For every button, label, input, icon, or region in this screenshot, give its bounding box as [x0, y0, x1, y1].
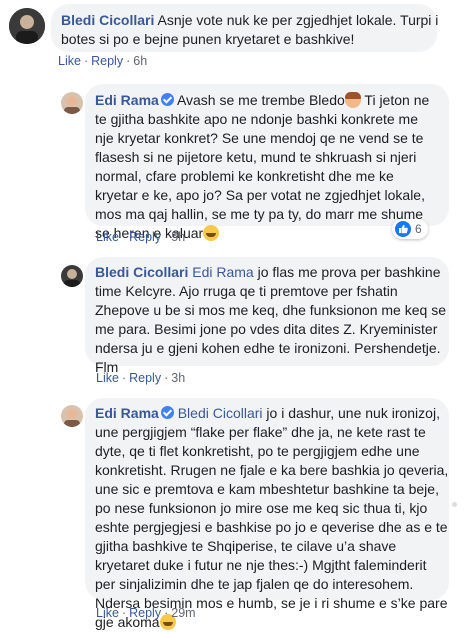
comment-author[interactable]: Bledi Cicollari: [95, 264, 188, 280]
profile-photo-icon: [9, 8, 45, 44]
reply-link[interactable]: Reply: [129, 230, 161, 244]
timestamp[interactable]: 5h: [171, 230, 185, 244]
profile-photo-icon: [61, 405, 83, 427]
comment-actions: Like · Reply · 3h: [96, 371, 186, 385]
reply-link[interactable]: Reply: [91, 54, 123, 68]
comment-bubble: Edi Rama Bledi Cicollari jo i dashur, un…: [85, 398, 449, 630]
comment-text: Zhepove u be si mos me keq, dhe funksion…: [95, 302, 446, 318]
comment-text: Avash se me trembe Bledo: [176, 92, 345, 108]
like-link[interactable]: Like: [96, 230, 119, 244]
comment-text: gjitha bashkive te Shqiperise, te cilave…: [95, 538, 397, 554]
timestamp[interactable]: 29m: [171, 606, 195, 620]
comment-text: flasesh si ne pijetore ketu, mund te shk…: [95, 149, 417, 165]
comment-text: po nese funksionon jo mire ose me keq si…: [95, 500, 428, 516]
comment-actions: Like · Reply · 6h: [58, 54, 148, 68]
verified-badge-icon: [160, 93, 174, 106]
comment-text: me para. Besimi jone po vdes dita dites …: [95, 321, 438, 337]
comment-text: dyte, qe ti flet konkretisht, po te perg…: [95, 443, 420, 459]
mention-link[interactable]: Edi Rama: [192, 264, 253, 280]
comment-text: ndersa ju e gjeni kohen edhe te ironizon…: [95, 340, 441, 356]
comment-text: nje kryetar konkret? Se une mendoj qe ne…: [95, 130, 424, 146]
comment-author[interactable]: Bledi Cicollari: [61, 12, 154, 28]
comment-author[interactable]: Edi Rama: [95, 405, 159, 421]
like-link[interactable]: Like: [96, 371, 119, 385]
profile-photo-icon: [61, 92, 83, 114]
comment-actions: Like · Reply · 5h: [96, 230, 186, 244]
comment-text: mos ma qaj hallin, se me ty pa ty, do ma…: [95, 206, 424, 222]
profile-photo-icon: [61, 265, 83, 287]
comment-text: jo flas me prova per bashkine: [253, 264, 441, 280]
comment-text: une pergjigjem “flake per flake” dhe ja,…: [95, 424, 426, 440]
comment-text: kryetar e ke, apo jo? Sa per votat ne zg…: [95, 187, 425, 203]
like-link[interactable]: Like: [58, 54, 81, 68]
avatar[interactable]: [61, 405, 83, 427]
comment-actions: Like · Reply · 29m: [96, 606, 196, 620]
comment-text: Asnje vote nuk ke per zgjedhjet lokale. …: [157, 12, 439, 28]
verified-badge-icon: [160, 406, 174, 419]
comment-text: botes si po e bejne punen kryetaret e ba…: [61, 31, 355, 47]
like-link[interactable]: Like: [96, 606, 119, 620]
timestamp[interactable]: 6h: [133, 54, 147, 68]
reply-link[interactable]: Reply: [129, 606, 161, 620]
avatar[interactable]: [61, 265, 83, 287]
comment-text: te gjitha bashkite apo ne ndonje bashki …: [95, 111, 418, 127]
comment-text: time Kelcyre. Ajo rruga qe ti premtove p…: [95, 283, 398, 299]
mention-link[interactable]: Bledi Cicollari: [178, 405, 263, 421]
avatar[interactable]: [61, 92, 83, 114]
comment-text: une sic e premtova e kam mbeshtetur bash…: [95, 481, 439, 497]
comment-text: Ti jeton ne: [360, 92, 430, 108]
comment-text: kryetaret duke i futur ne nje thes:-) Mg…: [95, 557, 427, 573]
comment-text: konkretisht. Rrugen ne fjale e ka bere b…: [95, 462, 449, 478]
avatar[interactable]: [9, 8, 45, 44]
comment-bubble: Bledi Cicollari Asnje vote nuk ke per zg…: [51, 4, 439, 52]
reply-link[interactable]: Reply: [129, 371, 161, 385]
comment-text: per sinjalizimin dhe te jap fjalen qe do…: [95, 576, 414, 592]
comment-bubble: Edi Rama Avash se me trembe Bledo Ti jet…: [85, 84, 449, 241]
reaction-count[interactable]: 6: [392, 219, 428, 239]
comment-text: eshte pergjegjesi e bashkise po jo e qev…: [95, 519, 448, 535]
scroll-indicator: [452, 502, 457, 507]
like-reaction-icon: [395, 221, 411, 237]
timestamp[interactable]: 3h: [171, 371, 185, 385]
comment-bubble: Bledi Cicollari Edi Rama jo flas me prov…: [85, 257, 449, 375]
comment-text: normal, cfare problemi ke konkretisht dh…: [95, 168, 394, 184]
hugging-emoji-icon: [203, 225, 220, 241]
person-emoji-icon: [344, 92, 361, 108]
comment-author[interactable]: Edi Rama: [95, 92, 159, 108]
comment-text: jo i dashur, une nuk ironizoj,: [262, 405, 440, 421]
